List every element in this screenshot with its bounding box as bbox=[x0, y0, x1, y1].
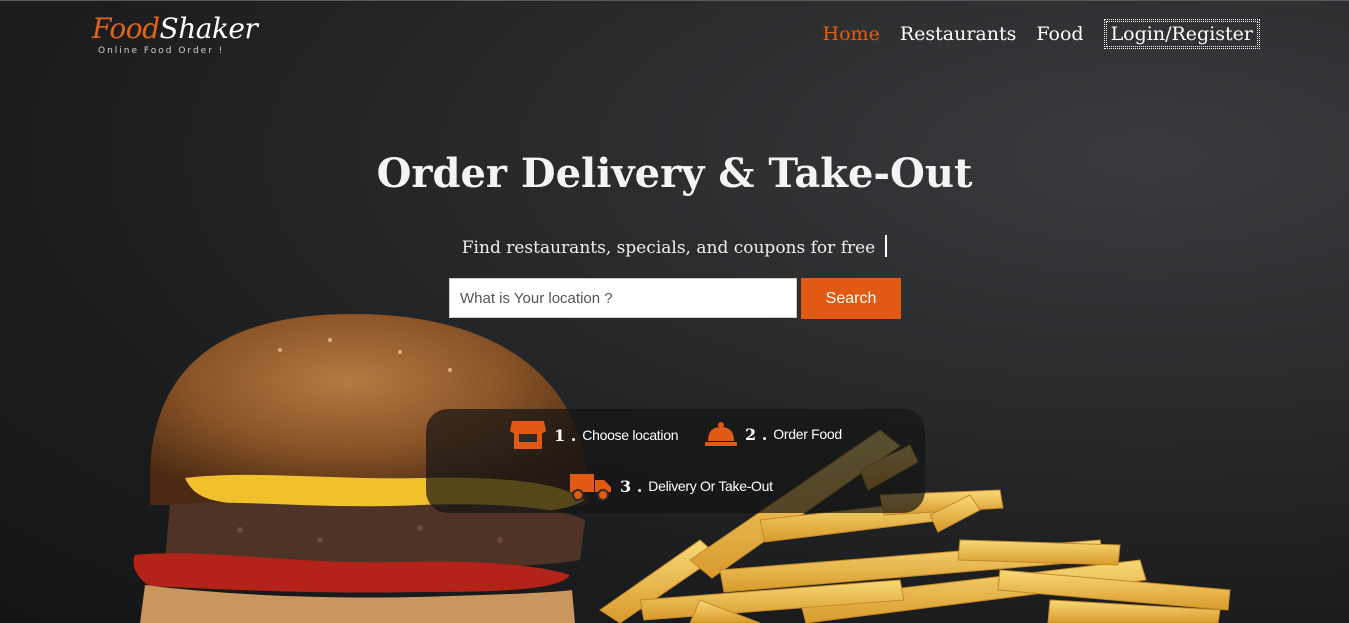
hero-title: Order Delivery & Take-Out bbox=[376, 150, 973, 197]
brand-tagline: Online Food Order ! bbox=[98, 46, 225, 56]
step-item-2: 2 . Order Food bbox=[705, 419, 842, 449]
location-search-input[interactable] bbox=[449, 278, 797, 318]
brand-name-part2: Shaker bbox=[159, 12, 258, 45]
brand-name-part1: Food bbox=[92, 12, 160, 45]
nav-home[interactable]: Home bbox=[823, 23, 880, 45]
steps-panel: 1 . Choose location 2 . Order Food 3 . D… bbox=[426, 409, 925, 513]
hero-subtitle-text: Find restaurants, specials, and coupons … bbox=[461, 238, 876, 258]
step-number-2: 2 . bbox=[745, 424, 768, 444]
step-label-1: Choose location bbox=[582, 427, 679, 443]
step-item-3: 3 . Delivery Or Take-Out bbox=[570, 470, 773, 502]
step-item-1: 1 . Choose location bbox=[510, 419, 678, 451]
cloche-icon bbox=[705, 422, 737, 446]
step-number-3: 3 . bbox=[620, 476, 643, 496]
step-number-1: 1 . bbox=[554, 425, 577, 445]
nav-restaurants[interactable]: Restaurants bbox=[900, 23, 1017, 45]
truck-icon bbox=[570, 474, 611, 501]
main-nav: Home Restaurants Food Login/Register bbox=[823, 19, 1260, 49]
nav-food[interactable]: Food bbox=[1036, 23, 1083, 45]
typing-caret bbox=[885, 235, 888, 257]
nav-login-register[interactable]: Login/Register bbox=[1103, 19, 1260, 49]
brand-logo[interactable]: FoodShaker Online Food Order ! bbox=[92, 12, 258, 56]
step-label-2: Order Food bbox=[773, 426, 842, 442]
store-icon bbox=[510, 421, 546, 449]
hero-subtitle: Find restaurants, specials, and coupons … bbox=[0, 235, 1349, 258]
search-button[interactable]: Search bbox=[801, 278, 901, 319]
step-label-3: Delivery Or Take-Out bbox=[648, 478, 773, 494]
